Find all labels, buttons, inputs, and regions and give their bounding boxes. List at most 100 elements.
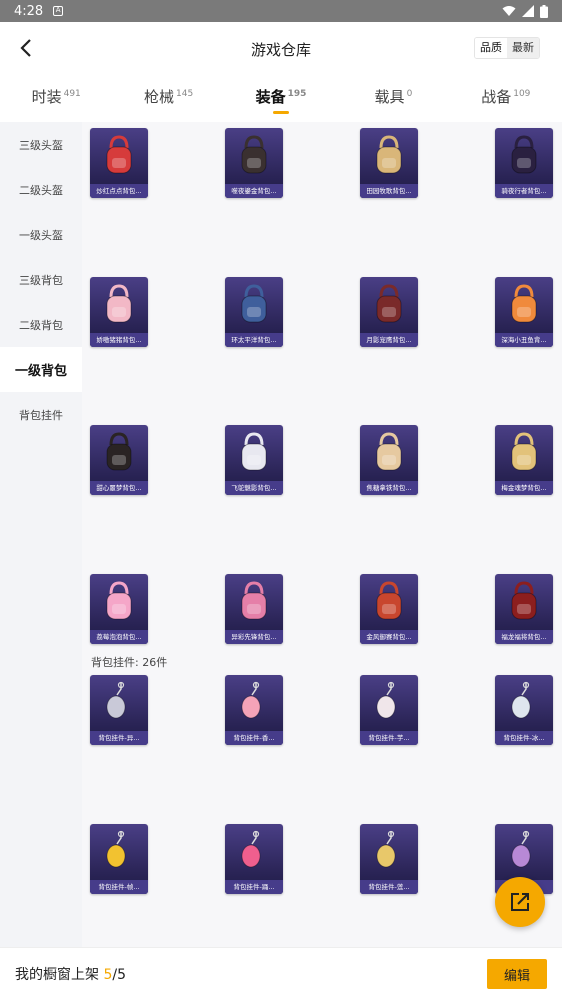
backpack-card[interactable]: 深海小丑鱼背... — [495, 277, 553, 347]
pendant-card[interactable]: 背包挂件-冰... — [495, 675, 553, 745]
tab-label: 载具 — [374, 88, 405, 106]
backpack-card[interactable]: 飞鸵魅影背包... — [225, 425, 283, 495]
backpack-card[interactable]: 甜心噩梦背包... — [90, 425, 148, 495]
pendant-name: 背包挂件-冰... — [495, 731, 553, 745]
sidebar-item-helmet-lv1[interactable]: 一级头盔 — [0, 212, 82, 257]
pendant-name: 背包挂件-莲... — [360, 880, 418, 894]
backpack-bunny-icon — [495, 425, 553, 481]
status-icons — [502, 4, 548, 18]
sidebar-item-pendant[interactable]: 背包挂件 — [0, 392, 82, 437]
pendant-name: 背包挂件-芋... — [360, 731, 418, 745]
pendant-name: 背包挂件-香... — [225, 731, 283, 745]
backpack-name: 焦糖拿铁背包... — [360, 481, 418, 495]
backpack-pink-pig-icon — [90, 277, 148, 333]
tab-count: 195 — [287, 89, 307, 99]
status-time: 4:28 — [14, 3, 44, 19]
sort-quality[interactable]: 品质 — [475, 38, 507, 58]
backpack-card[interactable]: 梅金魂梦背包... — [495, 425, 553, 495]
sort-toggle[interactable]: 品质 最新 — [474, 37, 540, 59]
edit-button[interactable]: 编辑 — [487, 959, 547, 989]
showcase-label: 我的橱窗上架 — [15, 966, 99, 983]
pendant-yellow-icon — [90, 824, 148, 880]
backpack-cat-icon — [90, 425, 148, 481]
backpack-name: 甜心噩梦背包... — [90, 481, 148, 495]
backpack-card[interactable]: 骑夜行者背包... — [495, 128, 553, 198]
tab-equipment[interactable]: 装备 195 — [225, 76, 337, 122]
pendant-drop-icon — [360, 675, 418, 731]
backpack-card[interactable]: 月影宠鹰背包... — [360, 277, 418, 347]
backpack-name: 荔莓泡泡背包... — [90, 630, 148, 644]
pendant-name: 背包挂件-踊... — [225, 880, 283, 894]
item-grid-area[interactable]: 炒红点点背包... 噬夜鎏金背包... 田园牧歌背包... 骑夜行者背包... 娇嗷猪猪… — [82, 122, 562, 947]
backpack-card[interactable]: 异彩先锋背包... — [225, 574, 283, 644]
backpack-name: 福龙福将背包... — [495, 630, 553, 644]
pendant-heart-icon — [225, 824, 283, 880]
pendant-flower-icon — [225, 675, 283, 731]
tab-label: 枪械 — [144, 88, 175, 106]
backpack-name: 环太平洋背包... — [225, 333, 283, 347]
sidebar-item-helmet-lv2[interactable]: 二级头盔 — [0, 167, 82, 212]
sidebar-item-backpack-lv2[interactable]: 二级背包 — [0, 302, 82, 347]
backpack-card[interactable]: 娇嗷猪猪背包... — [90, 277, 148, 347]
tab-fashion[interactable]: 时装 491 — [0, 76, 112, 122]
sidebar-item-backpack-lv1[interactable]: 一级背包 — [0, 347, 82, 392]
backpack-name: 炒红点点背包... — [90, 184, 148, 198]
back-arrow-icon — [20, 39, 31, 57]
backpack-name: 月影宠鹰背包... — [360, 333, 418, 347]
tab-label: 装备 — [255, 88, 286, 106]
pendant-card[interactable]: 背包挂件-香... — [225, 675, 283, 745]
pendant-card[interactable]: 背包挂件-莲... — [360, 824, 418, 894]
backpack-card[interactable]: 金风御赛背包... — [360, 574, 418, 644]
backpack-basket-icon — [360, 128, 418, 184]
pendant-card[interactable]: 背包挂件-异... — [90, 675, 148, 745]
backpack-neon-icon — [495, 128, 553, 184]
backpack-lantern-icon — [360, 574, 418, 630]
pendant-tag-icon — [495, 824, 553, 880]
backpack-card[interactable]: 田园牧歌背包... — [360, 128, 418, 198]
backpack-name: 飞鸵魅影背包... — [225, 481, 283, 495]
showcase-status: 我的橱窗上架 5/5 — [15, 964, 126, 984]
back-button[interactable] — [14, 36, 38, 60]
tab-weapons[interactable]: 枪械 145 — [112, 76, 224, 122]
pendant-card[interactable]: 背包挂件-帧... — [90, 824, 148, 894]
backpack-clownfish-icon — [495, 277, 553, 333]
backpack-white-icon — [225, 425, 283, 481]
backpack-name: 梅金魂梦背包... — [495, 481, 553, 495]
sidebar-item-helmet-lv3[interactable]: 三级头盔 — [0, 122, 82, 167]
tab-label: 时装 — [31, 88, 62, 106]
pendant-wing-icon — [90, 675, 148, 731]
backpack-card[interactable]: 荔莓泡泡背包... — [90, 574, 148, 644]
backpack-name: 骑夜行者背包... — [495, 184, 553, 198]
tab-count: 491 — [63, 89, 81, 99]
pendant-card[interactable]: 背包挂件-踊... — [225, 824, 283, 894]
share-icon — [511, 893, 529, 911]
backpack-name: 噬夜鎏金背包... — [225, 184, 283, 198]
sidebar-item-backpack-lv3[interactable]: 三级背包 — [0, 257, 82, 302]
pendant-card[interactable]: 背包挂件-芋... — [360, 675, 418, 745]
backpack-card[interactable]: 环太平洋背包... — [225, 277, 283, 347]
status-bar: 4:28 A — [0, 0, 562, 22]
battery-icon — [540, 4, 548, 18]
backpack-card[interactable]: 炒红点点背包... — [90, 128, 148, 198]
sort-newest[interactable]: 最新 — [507, 38, 539, 58]
share-fab[interactable] — [495, 877, 545, 927]
backpack-card[interactable]: 福龙福将背包... — [495, 574, 553, 644]
pendant-tassel-icon — [360, 824, 418, 880]
backpack-name: 深海小丑鱼背... — [495, 333, 553, 347]
backpack-black-gold-icon — [225, 128, 283, 184]
backpack-eagle-icon — [360, 277, 418, 333]
pendant-section-title: 背包挂件: 26件 — [91, 656, 168, 669]
backpack-card[interactable]: 噬夜鎏金背包... — [225, 128, 283, 198]
tab-vehicles[interactable]: 载具 0 — [337, 76, 449, 122]
backpack-bubble-icon — [90, 574, 148, 630]
backpack-floral-icon — [225, 574, 283, 630]
tab-count: 0 — [406, 89, 413, 99]
backpack-dragon-icon — [495, 574, 553, 630]
showcase-total: 5 — [117, 966, 127, 983]
header: 游戏仓库 品质 最新 — [0, 22, 562, 76]
tab-count: 109 — [513, 89, 531, 99]
backpack-red-icon — [90, 128, 148, 184]
backpack-card[interactable]: 焦糖拿铁背包... — [360, 425, 418, 495]
backpack-name: 田园牧歌背包... — [360, 184, 418, 198]
tab-battle-gear[interactable]: 战备 109 — [450, 76, 562, 122]
